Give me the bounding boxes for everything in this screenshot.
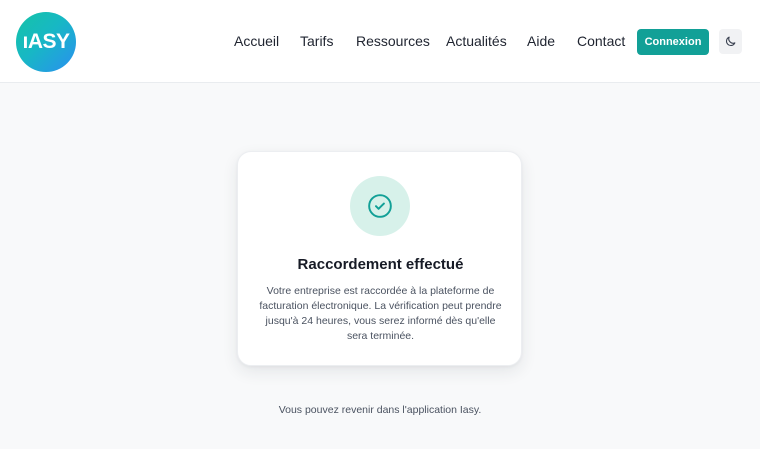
top-navigation-bar: ıASY Accueil Tarifs Ressources Actualité…: [0, 0, 760, 83]
nav-link-aide[interactable]: Aide: [527, 33, 555, 49]
moon-icon: [725, 36, 736, 47]
success-badge: [350, 176, 410, 236]
nav-link-tarifs[interactable]: Tarifs: [300, 33, 333, 49]
nav-link-actualites[interactable]: Actualités: [446, 33, 507, 49]
confirmation-card: Raccordement effectué Votre entreprise e…: [237, 151, 522, 366]
nav-link-ressources[interactable]: Ressources: [356, 33, 430, 49]
nav-link-contact[interactable]: Contact: [577, 33, 625, 49]
nav-link-accueil[interactable]: Accueil: [234, 33, 279, 49]
return-note: Vous pouvez revenir dans l'application I…: [278, 404, 482, 416]
check-circle-icon: [368, 194, 392, 218]
theme-toggle-button[interactable]: [719, 29, 742, 54]
card-description: Votre entreprise est raccordée à la plat…: [259, 285, 502, 342]
card-title: Raccordement effectué: [297, 256, 464, 273]
login-button[interactable]: Connexion: [637, 29, 709, 55]
